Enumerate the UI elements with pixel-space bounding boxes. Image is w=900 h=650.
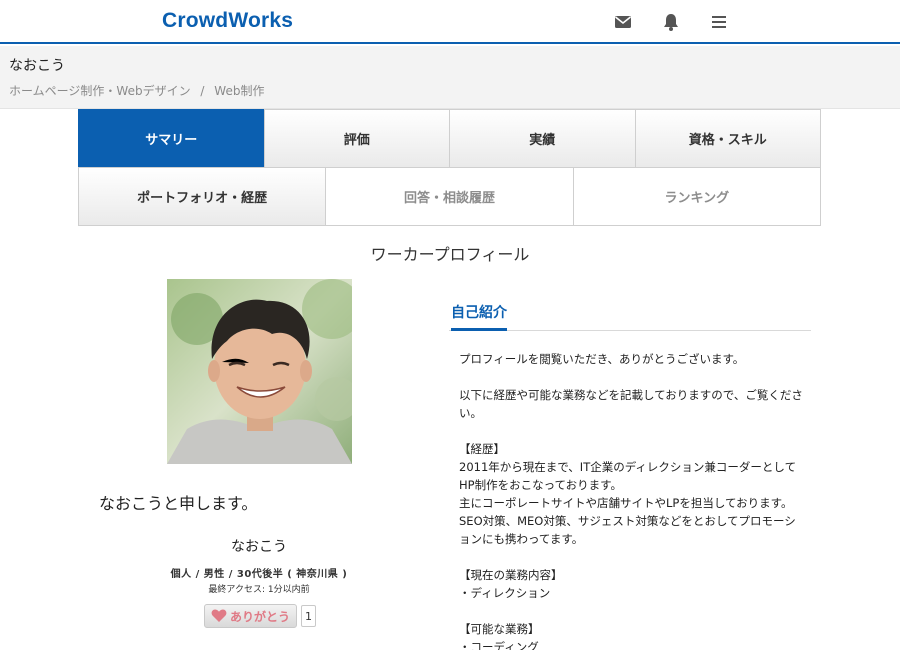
worker-attributes: 個人 / 男性 / 30代後半 ( 神奈川県 ) (170, 569, 348, 580)
bio-line: 2011年から現在まで、IT企業のディレクション兼コーダーとしてHP制作をおこな… (459, 460, 797, 492)
bio-line (459, 422, 805, 440)
bio-line: ・ディレクション (459, 586, 551, 600)
bio-line: SEO対策、MEO対策、サジェスト対策などをとおしてプロモーションにも携わってま… (459, 514, 796, 546)
tab-row-1: サマリー 評価 実績 資格・スキル (78, 109, 821, 168)
bell-icon[interactable] (661, 12, 681, 32)
bio-line: プロフィールを閲覧いただき、ありがとうございます。 (459, 352, 745, 366)
tab-achievements[interactable]: 実績 (449, 109, 636, 168)
top-header: CrowdWorks (0, 0, 900, 44)
mail-icon[interactable] (613, 12, 633, 32)
bio-line: ・コーディング (459, 640, 539, 650)
tab-summary[interactable]: サマリー (78, 109, 265, 168)
thanks-widget: ありがとう 1 (204, 604, 317, 628)
tab-reviews[interactable]: 評価 (263, 109, 450, 168)
profile-main: ワーカープロフィール なおこうと申します。 なおこう 個人 / 男性 / 30代… (79, 228, 821, 650)
bio-line: 主にコーポレートサイトや店舗サイトやLPを担当しております。 (459, 496, 793, 510)
page-title: ワーカープロフィール (370, 245, 530, 264)
heart-icon (211, 609, 227, 622)
profile-tabs: サマリー 評価 実績 資格・スキル ポートフォリオ・経歴 回答・相談履歴 ランキ… (78, 109, 821, 226)
thanks-button[interactable]: ありがとう (204, 604, 298, 628)
bio-line: 以下に経歴や可能な業務などを記載しておりますので、ご覧ください。 (459, 388, 803, 420)
tab-skills[interactable]: 資格・スキル (634, 109, 821, 168)
tab-ranking[interactable]: ランキング (572, 167, 821, 226)
breadcrumb-separator: / (200, 84, 205, 98)
crowdworks-logo[interactable]: CrowdWorks (162, 9, 293, 33)
breadcrumb: ホームページ制作・Webデザイン / Web制作 (9, 82, 264, 99)
avatar-photo (167, 279, 352, 464)
bio-line: 【経歴】 (459, 442, 505, 456)
bio-line (459, 602, 805, 620)
intro-catchphrase: なおこうと申します。 (99, 494, 258, 513)
worker-name: なおこう (231, 539, 287, 555)
profile-user-name: なおこう (9, 58, 65, 74)
avatar (167, 279, 352, 464)
tab-answers[interactable]: 回答・相談履歴 (325, 167, 574, 226)
self-intro-header: 自己紹介 (449, 301, 811, 331)
bio-line: 【現在の業務内容】 (459, 568, 563, 582)
bio-line: 【可能な業務】 (459, 622, 540, 636)
profile-header-band: なおこう ホームページ制作・Webデザイン / Web制作 (0, 46, 900, 109)
self-intro-heading: 自己紹介 (451, 301, 507, 331)
thanks-label: ありがとう (230, 609, 291, 624)
bio-line (459, 548, 805, 566)
menu-icon[interactable] (709, 12, 729, 32)
breadcrumb-category[interactable]: ホームページ制作・Webデザイン (9, 84, 191, 98)
thanks-count: 1 (301, 605, 317, 627)
tab-portfolio[interactable]: ポートフォリオ・経歴 (78, 167, 327, 226)
last-access: 最終アクセス: 1分以内前 (208, 585, 310, 595)
bio-line (459, 368, 805, 386)
tab-row-2: ポートフォリオ・経歴 回答・相談履歴 ランキング (78, 167, 821, 226)
breadcrumb-subcategory[interactable]: Web制作 (214, 84, 264, 98)
self-intro-body: プロフィールを閲覧いただき、ありがとうございます。 以下に経歴や可能な業務などを… (459, 350, 805, 650)
